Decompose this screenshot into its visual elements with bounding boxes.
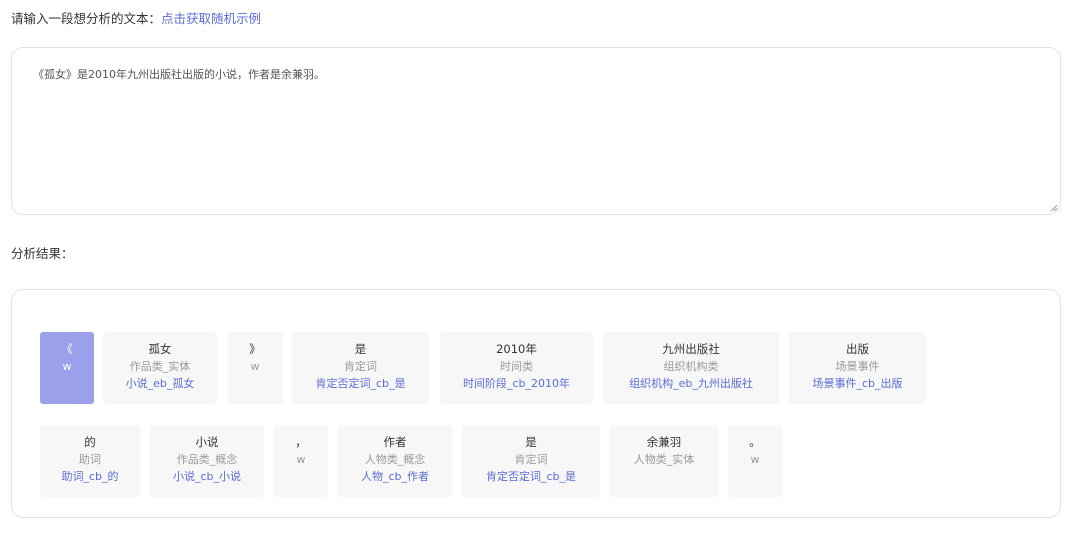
token-category: w — [250, 360, 260, 373]
token-category: 组织机构类 — [663, 360, 719, 373]
token-word: ， — [295, 435, 307, 449]
token-word: 《 — [61, 342, 73, 356]
token-entity: 助词_cb_的 — [61, 470, 119, 483]
token-word: 作者 — [383, 435, 407, 449]
token-card[interactable]: 孤女 作品类_实体 小说_eb_孤女 — [103, 332, 217, 404]
token-category: 场景事件 — [835, 360, 880, 373]
random-example-link[interactable]: 点击获取随机示例 — [161, 11, 261, 26]
token-entity: 场景事件_cb_出版 — [812, 377, 903, 390]
token-word: 小说 — [195, 435, 219, 449]
token-card[interactable]: 《 w — [40, 332, 94, 404]
token-card[interactable]: 作者 人物类_概念 人物_cb_作者 — [338, 425, 452, 497]
result-panel: 《 w 孤女 作品类_实体 小说_eb_孤女 》 w 是 肯定词 肯定否定词_c… — [11, 289, 1061, 518]
token-word: 》 — [249, 342, 261, 356]
token-card[interactable]: 出版 场景事件 场景事件_cb_出版 — [789, 332, 926, 404]
result-label: 分析结果： — [11, 246, 74, 261]
token-word: 的 — [84, 435, 96, 449]
token-word: 出版 — [846, 342, 869, 356]
token-category: 助词 — [79, 453, 101, 466]
token-card[interactable]: 九州出版社 组织机构类 组织机构_eb_九州出版社 — [603, 332, 779, 404]
token-category: w — [62, 360, 72, 373]
token-category: 人物类_概念 — [364, 453, 426, 466]
token-category: w — [296, 453, 306, 466]
token-card[interactable]: 余兼羽 人物类_实体 — [610, 425, 718, 497]
token-entity: 肯定否定词_cb_是 — [485, 470, 577, 483]
token-word: 九州出版社 — [662, 342, 720, 356]
token-card[interactable]: 》 w — [228, 332, 282, 404]
token-entity: 时间阶段_cb_2010年 — [462, 377, 571, 390]
token-row-2: 的 助词 助词_cb_的 小说 作品类_概念 小说_cb_小说 ， w 作者 人… — [12, 425, 1060, 497]
token-row-1: 《 w 孤女 作品类_实体 小说_eb_孤女 》 w 是 肯定词 肯定否定词_c… — [12, 332, 1060, 404]
token-entity: 人物_cb_作者 — [360, 470, 430, 483]
token-card[interactable]: 是 肯定词 肯定否定词_cb_是 — [292, 332, 429, 404]
token-word: 是 — [525, 435, 537, 449]
token-word: 2010年 — [496, 342, 537, 356]
token-category: 时间类 — [500, 360, 533, 373]
token-word: 孤女 — [148, 342, 172, 356]
token-category: 作品类_实体 — [129, 360, 191, 373]
token-word: 。 — [749, 435, 761, 449]
token-card[interactable]: 小说 作品类_概念 小说_cb_小说 — [150, 425, 264, 497]
token-category: 作品类_概念 — [176, 453, 238, 466]
token-category: 肯定词 — [514, 453, 548, 466]
token-category: 肯定词 — [344, 360, 377, 373]
token-entity: 小说_eb_孤女 — [125, 377, 195, 390]
token-card[interactable]: 2010年 时间类 时间阶段_cb_2010年 — [440, 332, 593, 404]
token-card[interactable]: 是 肯定词 肯定否定词_cb_是 — [462, 425, 600, 497]
resize-handle-icon[interactable] — [1050, 204, 1058, 212]
token-card[interactable]: ， w — [274, 425, 328, 497]
token-category: 人物类_实体 — [633, 453, 695, 466]
token-card[interactable]: 的 助词 助词_cb_的 — [40, 425, 140, 497]
token-entity: 组织机构_eb_九州出版社 — [629, 377, 753, 390]
token-word: 余兼羽 — [646, 435, 682, 449]
token-entity: 肯定否定词_cb_是 — [315, 377, 406, 390]
token-card[interactable]: 。 w — [728, 425, 782, 497]
prompt-row: 请输入一段想分析的文本：点击获取随机示例 — [11, 10, 261, 28]
token-word: 是 — [354, 342, 367, 356]
text-input-box — [11, 47, 1061, 215]
text-input[interactable] — [12, 48, 1060, 214]
token-category: w — [750, 453, 760, 466]
token-entity: 小说_cb_小说 — [172, 470, 242, 483]
prompt-label: 请输入一段想分析的文本： — [11, 11, 162, 26]
